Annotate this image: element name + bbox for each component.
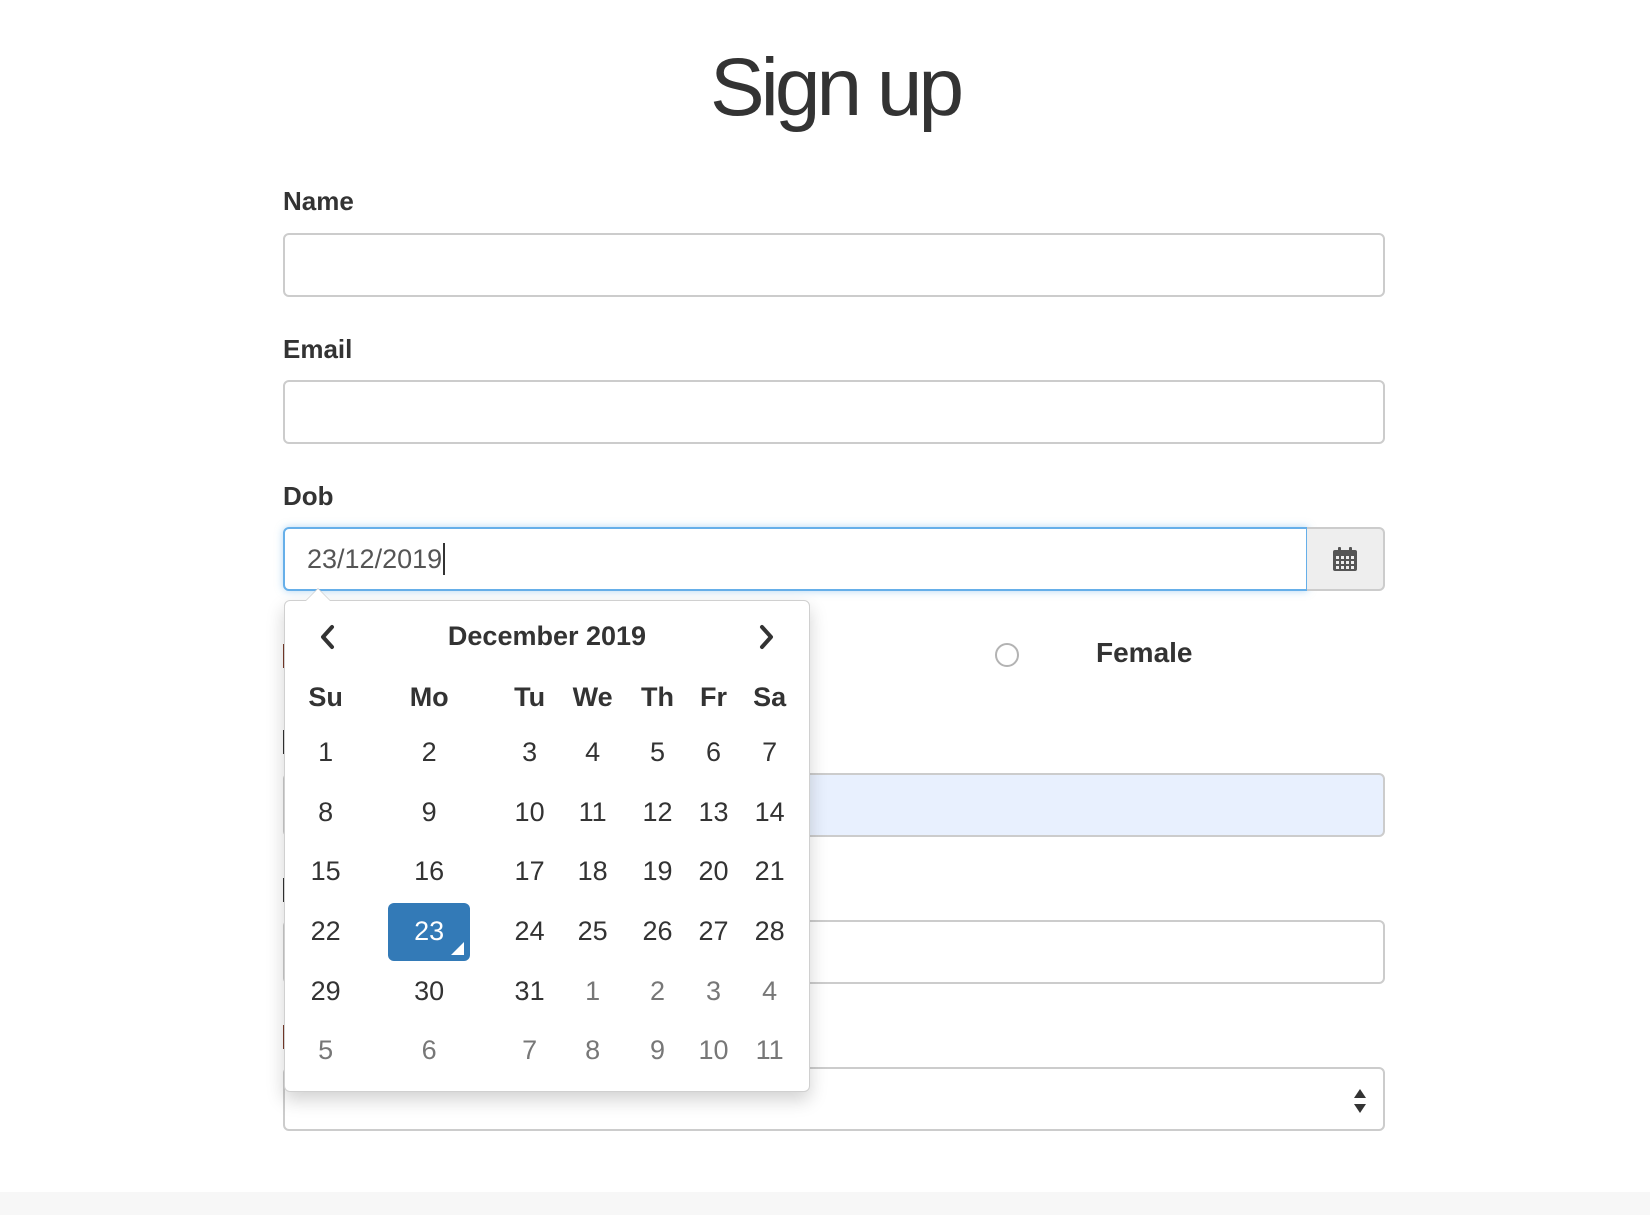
day-cell[interactable]: 4 (557, 723, 628, 783)
day-cell[interactable]: 27 (687, 902, 740, 962)
datepicker-grid: Su Mo Tu We Th Fr Sa 1 2 3 4 5 6 7 8 9 1… (295, 671, 799, 1081)
day-cell-next-month[interactable]: 7 (502, 1021, 557, 1081)
day-cell[interactable]: 16 (356, 842, 502, 902)
day-cell[interactable]: 11 (557, 783, 628, 843)
signup-page: Sign up Name Email Dob 23/12/2019 Female (0, 0, 1650, 1215)
week-row: 15 16 17 18 19 20 21 (295, 842, 799, 902)
calendar-icon (1333, 547, 1357, 571)
email-label: Email (283, 334, 353, 364)
day-cell[interactable]: 28 (740, 902, 799, 962)
dob-input[interactable]: 23/12/2019 (283, 527, 1308, 591)
day-cell-next-month[interactable]: 6 (356, 1021, 502, 1081)
day-cell[interactable]: 31 (502, 961, 557, 1021)
name-input[interactable] (283, 233, 1385, 297)
weekday-header: Th (641, 681, 675, 712)
day-cell[interactable]: 10 (502, 783, 557, 843)
weekday-header: Fr (700, 681, 728, 712)
day-cell[interactable]: 14 (740, 783, 799, 843)
day-cell-selected[interactable]: 23 (356, 902, 502, 962)
day-cell-next-month[interactable]: 8 (557, 1021, 628, 1081)
dob-label: Dob (283, 481, 334, 511)
day-cell[interactable]: 2 (356, 723, 502, 783)
weekday-header: Mo (409, 681, 449, 712)
day-cell-next-month[interactable]: 10 (687, 1021, 740, 1081)
select-arrows-icon (1354, 1089, 1366, 1113)
page-title: Sign up (709, 42, 964, 133)
email-input[interactable] (283, 380, 1385, 444)
day-cell[interactable]: 17 (502, 842, 557, 902)
datepicker-header: December 2019 (285, 615, 809, 659)
day-cell-next-month[interactable]: 1 (557, 961, 628, 1021)
day-cell[interactable]: 21 (740, 842, 799, 902)
calendar-button[interactable] (1307, 527, 1385, 591)
dob-input-value: 23/12/2019 (307, 543, 443, 574)
datepicker-popup: December 2019 Su Mo Tu We Th Fr Sa 1 2 3… (284, 588, 810, 1092)
weekday-header: Tu (514, 681, 546, 712)
week-row: 1 2 3 4 5 6 7 (295, 723, 799, 783)
day-cell-next-month[interactable]: 4 (740, 961, 799, 1021)
female-radio[interactable] (995, 643, 1019, 667)
day-cell[interactable]: 18 (557, 842, 628, 902)
female-radio-label: Female (1096, 637, 1193, 668)
week-row: 5 6 7 8 9 10 11 (295, 1021, 799, 1081)
today-marker (451, 941, 465, 955)
datepicker-month-title[interactable]: December 2019 (285, 621, 809, 652)
day-cell[interactable]: 7 (740, 723, 799, 783)
day-cell-next-month[interactable]: 2 (628, 961, 687, 1021)
day-cell[interactable]: 15 (295, 842, 356, 902)
name-label: Name (283, 186, 354, 216)
week-row: 8 9 10 11 12 13 14 (295, 783, 799, 843)
week-row: 29 30 31 1 2 3 4 (295, 961, 799, 1021)
weekday-header: Sa (753, 681, 787, 712)
weekday-row: Su Mo Tu We Th Fr Sa (295, 671, 799, 723)
day-cell-next-month[interactable]: 3 (687, 961, 740, 1021)
day-cell[interactable]: 26 (628, 902, 687, 962)
day-cell[interactable]: 25 (557, 902, 628, 962)
day-cell[interactable]: 6 (687, 723, 740, 783)
next-month-button[interactable] (749, 619, 785, 655)
day-cell[interactable]: 8 (295, 783, 356, 843)
selected-day-highlight: 23 (388, 902, 471, 961)
day-cell[interactable]: 19 (628, 842, 687, 902)
week-row: 22 23 24 25 26 27 28 (295, 902, 799, 962)
day-cell-next-month[interactable]: 9 (628, 1021, 687, 1081)
day-cell-next-month[interactable]: 11 (740, 1021, 799, 1081)
datepicker-pointer (305, 588, 331, 601)
weekday-header: Su (308, 681, 343, 712)
chevron-right-icon (760, 625, 773, 649)
day-cell[interactable]: 13 (687, 783, 740, 843)
day-cell[interactable]: 30 (356, 961, 502, 1021)
text-cursor (443, 543, 446, 575)
day-cell[interactable]: 24 (502, 902, 557, 962)
page-footer-band (0, 1192, 1650, 1215)
day-cell[interactable]: 1 (295, 723, 356, 783)
day-cell[interactable]: 12 (628, 783, 687, 843)
day-cell-next-month[interactable]: 5 (295, 1021, 356, 1081)
day-cell[interactable]: 20 (687, 842, 740, 902)
day-cell[interactable]: 22 (295, 902, 356, 962)
day-cell[interactable]: 29 (295, 961, 356, 1021)
day-cell[interactable]: 9 (356, 783, 502, 843)
selected-day-label: 23 (414, 916, 445, 947)
weekday-header: We (572, 681, 613, 712)
day-cell[interactable]: 3 (502, 723, 557, 783)
day-cell[interactable]: 5 (628, 723, 687, 783)
